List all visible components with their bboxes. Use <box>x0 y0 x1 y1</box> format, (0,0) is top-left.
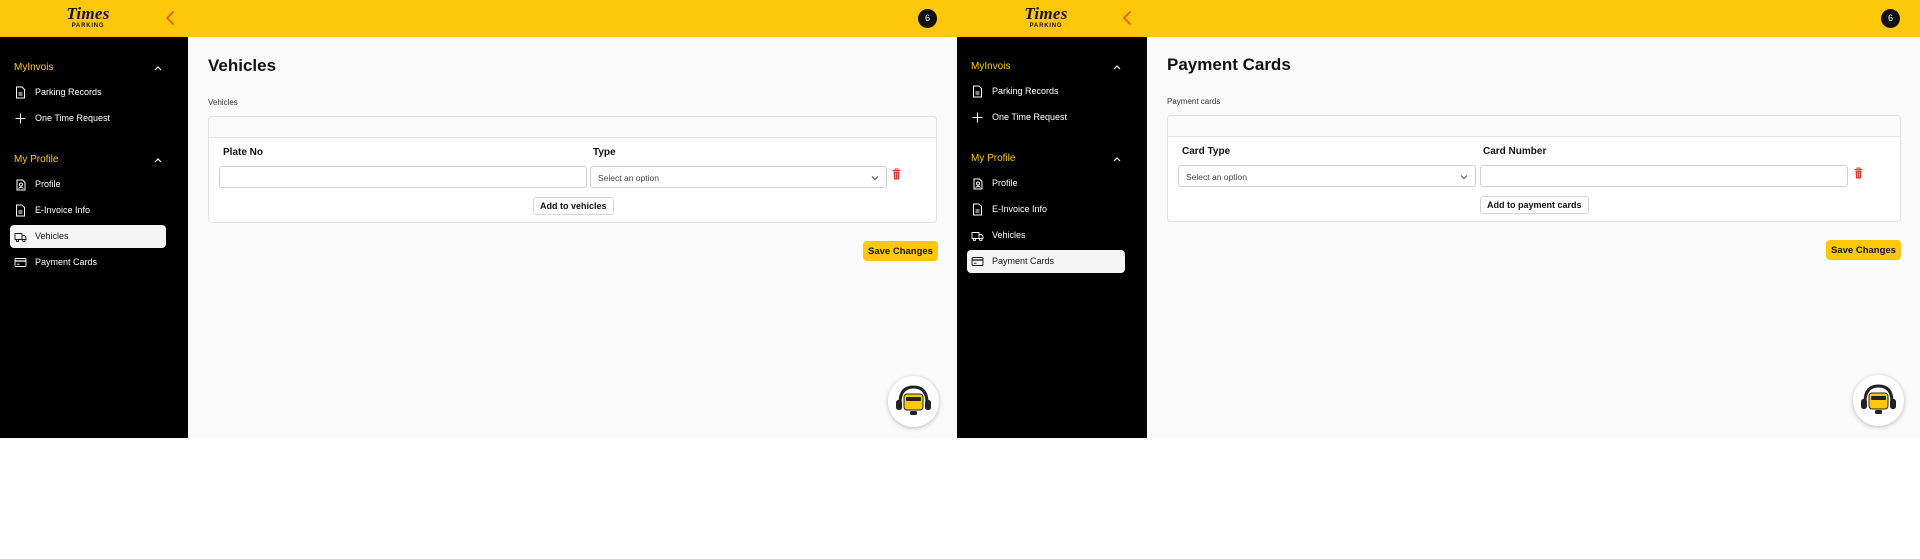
section-myinvois[interactable]: MyInvois <box>957 59 1147 77</box>
times-parking-logo[interactable]: Times PARKING <box>1017 4 1075 30</box>
chevron-up-icon <box>1113 65 1121 70</box>
sidebar-item-label: Vehicles <box>992 230 1026 240</box>
sidebar: MyInvois Parking Records One Time Reques… <box>0 37 188 438</box>
sidebar-item-label: Payment Cards <box>992 256 1055 266</box>
column-header-type: Type <box>593 147 616 158</box>
main-content: Vehicles Vehicles Plate No Type Select a… <box>188 37 957 438</box>
chevron-up-icon <box>154 66 162 71</box>
document-icon <box>16 204 25 217</box>
plus-icon <box>972 112 983 123</box>
sidebar-item-label: Vehicles <box>35 231 69 241</box>
sidebar-item-parking-records[interactable]: Parking Records <box>10 81 166 104</box>
chevron-up-icon <box>154 158 162 163</box>
sidebar-item-einvoice-info[interactable]: E-Invoice Info <box>10 199 166 222</box>
document-icon <box>973 203 982 216</box>
plate-no-input[interactable] <box>219 166 587 188</box>
avatar[interactable]: 6 <box>918 9 937 28</box>
credit-card-icon <box>14 258 27 267</box>
logo-word: Times <box>66 4 110 23</box>
sidebar-item-label: One Time Request <box>35 113 111 123</box>
chevron-left-icon[interactable] <box>163 9 179 27</box>
sidebar-item-label: E-Invoice Info <box>992 204 1048 214</box>
credit-card-icon <box>971 257 984 266</box>
sidebar-item-label: Profile <box>992 178 1018 188</box>
section-my-profile[interactable]: My Profile <box>957 151 1147 169</box>
sidebar-item-parking-records[interactable]: Parking Records <box>967 80 1125 103</box>
truck-icon <box>14 233 27 243</box>
save-changes-button[interactable]: Save Changes <box>863 241 938 261</box>
vehicles-screen: Times PARKING 6 MyInvois Parking Records… <box>0 0 957 438</box>
trash-icon[interactable] <box>1854 167 1863 179</box>
top-bar: Times PARKING 6 <box>0 0 957 37</box>
sidebar-item-label: E-Invoice Info <box>35 205 91 215</box>
add-to-vehicles-button[interactable]: Add to vehicles <box>533 197 614 215</box>
sidebar: MyInvois Parking Records One Time Reques… <box>957 37 1147 438</box>
sidebar-item-payment-cards[interactable]: Payment Cards <box>10 251 166 274</box>
sidebar-item-label: Parking Records <box>992 86 1059 96</box>
support-chat-button[interactable] <box>888 376 939 427</box>
sidebar-item-one-time-request[interactable]: One Time Request <box>967 106 1125 129</box>
sidebar-item-label: Payment Cards <box>35 257 98 267</box>
section-label: Payment cards <box>1167 97 1221 106</box>
plus-icon <box>15 113 26 124</box>
sidebar-item-label: Profile <box>35 179 61 189</box>
section-title: My Profile <box>971 153 1016 164</box>
select-placeholder: Select an option <box>598 173 659 183</box>
chevron-down-icon <box>871 176 879 181</box>
section-myinvois[interactable]: MyInvois <box>0 60 188 78</box>
section-label: Vehicles <box>208 98 238 107</box>
page-title: Payment Cards <box>1167 55 1291 74</box>
sidebar-item-label: One Time Request <box>992 112 1068 122</box>
card-header-strip <box>209 117 936 138</box>
main-content: Payment Cards Payment cards Card Type Ca… <box>1147 37 1920 438</box>
profile-icon <box>16 179 26 191</box>
chevron-up-icon <box>1113 157 1121 162</box>
support-mascot-icon <box>896 385 931 415</box>
sidebar-item-label: Parking Records <box>35 87 102 97</box>
sidebar-item-einvoice-info[interactable]: E-Invoice Info <box>967 198 1125 221</box>
chevron-down-icon <box>1460 175 1468 180</box>
chevron-left-icon[interactable] <box>1120 9 1136 27</box>
truck-icon <box>971 232 984 242</box>
payment-cards-screen: Times PARKING 6 MyInvois Parking Records… <box>957 0 1920 438</box>
section-title: My Profile <box>14 154 59 165</box>
section-title: MyInvois <box>971 61 1011 72</box>
sidebar-item-vehicles[interactable]: Vehicles <box>967 224 1125 247</box>
card-type-select[interactable]: Select an option <box>1178 165 1476 187</box>
column-header-card-type: Card Type <box>1182 146 1231 157</box>
card-number-input[interactable] <box>1480 165 1848 187</box>
sidebar-item-profile[interactable]: Profile <box>10 173 166 196</box>
section-title: MyInvois <box>14 62 54 73</box>
sidebar-item-profile[interactable]: Profile <box>967 172 1125 195</box>
add-to-payment-cards-button[interactable]: Add to payment cards <box>1480 196 1589 214</box>
vehicle-type-select[interactable]: Select an option <box>590 166 887 188</box>
section-my-profile[interactable]: My Profile <box>0 152 188 170</box>
column-header-card-number: Card Number <box>1483 146 1547 157</box>
document-icon <box>16 86 25 99</box>
logo-sub: PARKING <box>1029 23 1063 29</box>
profile-icon <box>973 178 983 190</box>
document-icon <box>973 85 982 98</box>
card-header-strip <box>1168 116 1900 137</box>
column-header-plate-no: Plate No <box>223 147 264 158</box>
sidebar-item-payment-cards[interactable]: Payment Cards <box>967 250 1125 273</box>
avatar[interactable]: 6 <box>1881 9 1900 28</box>
support-mascot-icon <box>1861 384 1896 414</box>
screenshot-stage: Times PARKING 6 MyInvois Parking Records… <box>0 0 1920 559</box>
vehicles-card: Plate No Type Select an option Add to ve… <box>208 116 937 223</box>
sidebar-item-vehicles[interactable]: Vehicles <box>10 225 166 248</box>
logo-word: Times <box>1024 4 1068 23</box>
logo-sub: PARKING <box>71 23 105 29</box>
top-bar: Times PARKING 6 <box>957 0 1920 37</box>
support-chat-button[interactable] <box>1853 375 1904 426</box>
save-changes-button[interactable]: Save Changes <box>1826 240 1901 260</box>
select-placeholder: Select an option <box>1186 172 1247 182</box>
payment-cards-card: Card Type Card Number Select an option A… <box>1167 115 1901 222</box>
trash-icon[interactable] <box>892 168 901 180</box>
sidebar-item-one-time-request[interactable]: One Time Request <box>10 107 166 130</box>
times-parking-logo[interactable]: Times PARKING <box>59 4 117 30</box>
page-title: Vehicles <box>208 56 277 75</box>
